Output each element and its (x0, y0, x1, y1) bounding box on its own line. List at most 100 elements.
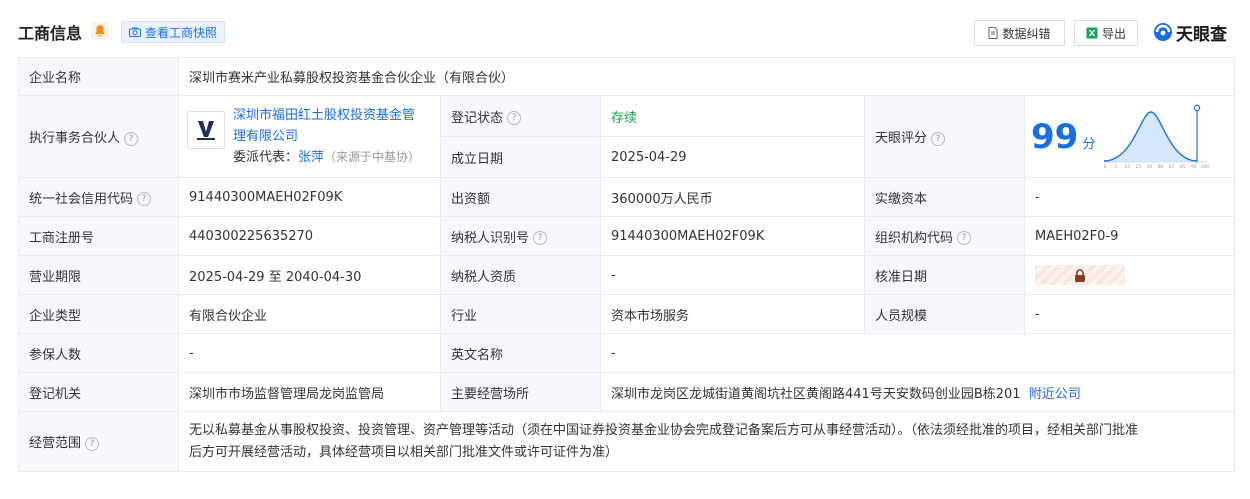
export-button[interactable]: 导出 (1074, 20, 1138, 46)
partner-label: 执行事务合伙人? (18, 95, 179, 178)
reg-status-label: 登记状态? (440, 95, 601, 137)
term-value: 2025-04-29 至 2040-04-30 (178, 255, 441, 295)
table-row: 执行事务合伙人? 深圳市福田红土股权投资基金管 理有限公司 委派代表：张萍（来源… (18, 95, 1235, 178)
org-code-label-text: 组织机构代码 (875, 230, 954, 246)
axis-tick-label: 25 (1136, 164, 1142, 170)
view-snapshot-button[interactable]: 查看工商快照 (121, 21, 226, 43)
authority-value: 深圳市市场监督管理局龙岗监管局 (178, 372, 441, 412)
table-row: 经营范围? 无以私募基金从事股权投资、投资管理、资产管理等活动（须在中国证券投资… (18, 411, 1235, 472)
rep-name-link[interactable]: 张萍 (298, 150, 324, 165)
table-row: 统一社会信用代码? 91440300MAEH02F09K 出资额 360000万… (18, 177, 1235, 217)
credit-code-label-text: 统一社会信用代码 (29, 191, 134, 207)
paid-capital-label: 实缴资本 (864, 177, 1025, 217)
document-edit-icon (988, 27, 998, 39)
company-name-value: 深圳市赛米产业私募股权投资基金合伙企业（有限合伙） (178, 57, 1235, 96)
reg-status-value: 存续 (600, 95, 865, 137)
table-row: 企业类型 有限合伙企业 行业 资本市场服务 人员规模 - (18, 294, 1235, 334)
table-row: 企业名称 深圳市赛米产业私募股权投资基金合伙企业（有限合伙） (18, 57, 1235, 96)
brand-name: 天眼查 (1176, 24, 1227, 45)
view-snapshot-label: 查看工商快照 (145, 25, 218, 40)
partner-logo (187, 111, 225, 149)
industry-label: 行业 (440, 294, 601, 334)
company-name-label: 企业名称 (18, 57, 179, 96)
score-cell[interactable]: 99 分 0 1 15 25 50 80 67 85 95 100 (1024, 95, 1235, 178)
score-label-text: 天眼评分 (875, 131, 928, 146)
reg-number-value: 440300225635270 (178, 216, 441, 256)
partner-cell: 深圳市福田红土股权投资基金管 理有限公司 委派代表：张萍（来源于中基协） (178, 95, 441, 178)
scope-label: 经营范围? (18, 411, 179, 472)
english-name-value: - (600, 333, 1235, 373)
partner-label-text: 执行事务合伙人 (29, 131, 121, 146)
taxpayer-qual-label: 纳税人资质 (440, 255, 601, 295)
address-cell: 深圳市龙岗区龙城街道黄阁坑社区黄阁路441号天安数码创业园B栋201 附近公司 (600, 372, 1235, 412)
help-icon[interactable]: ? (124, 131, 139, 146)
table-row: 参保人数 - 英文名称 - (18, 333, 1235, 373)
taxpayer-id-label: 纳税人识别号? (440, 216, 601, 256)
score-label: 天眼评分? (864, 95, 1025, 178)
scope-line-1: 无以私募基金从事股权投资、投资管理、资产管理等活动（须在中国证券投资基金业协会完… (189, 422, 1139, 438)
reg-number-label: 工商注册号 (18, 216, 179, 256)
address-value: 深圳市龙岗区龙城街道黄阁坑社区黄阁路441号天安数码创业园B栋201 (611, 386, 1021, 402)
data-correction-label: 数据纠错 (1002, 26, 1051, 41)
staff-size-label: 人员规模 (864, 294, 1025, 334)
org-code-label: 组织机构代码? (864, 216, 1025, 256)
bell-icon[interactable] (91, 22, 109, 40)
excel-icon (1086, 27, 1098, 39)
tianyancha-logo: 天眼查 (1153, 20, 1227, 45)
taxpayer-qual-value: - (600, 255, 865, 295)
table-row: 登记机关 深圳市市场监督管理局龙岗监管局 主要经营场所 深圳市龙岗区龙城街道黄阁… (18, 372, 1235, 412)
help-icon[interactable]: ? (85, 436, 100, 451)
brand-logo-icon (1154, 23, 1172, 41)
axis-tick-label: 67 (1169, 164, 1175, 170)
taxpayer-id-label-text: 纳税人识别号 (451, 230, 530, 246)
business-info-table: 企业名称 深圳市赛米产业私募股权投资基金合伙企业（有限合伙） 执行事务合伙人? … (18, 57, 1235, 472)
axis-tick-label: 15 (1125, 164, 1131, 170)
scope-line-2: 后方可开展经营活动，具体经营项目以相关部门批准文件或许可证件为准） (189, 444, 619, 460)
axis-tick-label: 80 (1158, 164, 1164, 170)
company-type-label: 企业类型 (18, 294, 179, 334)
help-icon[interactable]: ? (507, 111, 522, 125)
english-name-label: 英文名称 (440, 333, 601, 373)
credit-code-value: 91440300MAEH02F09K (178, 177, 441, 217)
scope-label-text: 经营范围 (29, 436, 82, 451)
section-title: 工商信息 (18, 24, 83, 43)
help-icon[interactable]: ? (137, 192, 152, 206)
camera-icon (129, 27, 141, 37)
axis-tick-label: 0 (1104, 164, 1107, 170)
help-icon[interactable]: ? (957, 231, 972, 245)
insured-value: - (178, 333, 441, 373)
help-icon[interactable]: ? (931, 131, 946, 146)
score-value: 99 (1031, 116, 1079, 157)
capital-label: 出资额 (440, 177, 601, 217)
table-row: 工商注册号 440300225635270 纳税人识别号? 91440300MA… (18, 216, 1235, 256)
capital-value: 360000万人民币 (600, 177, 865, 217)
help-icon[interactable]: ? (533, 231, 548, 245)
axis-tick-label: 95 (1191, 164, 1197, 170)
address-label: 主要经营场所 (440, 372, 601, 412)
score-distribution-chart: 0 1 15 25 50 80 67 85 95 100 (1104, 104, 1209, 170)
data-correction-button[interactable]: 数据纠错 (974, 20, 1065, 46)
axis-tick-label: 1 (1115, 164, 1118, 170)
approval-date-value[interactable] (1024, 255, 1235, 295)
staff-size-value: - (1024, 294, 1235, 334)
company-type-value: 有限合伙企业 (178, 294, 441, 334)
reg-status-label-text: 登记状态 (451, 110, 504, 126)
partner-name-line2[interactable]: 理有限公司 (233, 126, 420, 147)
paid-capital-value: - (1024, 177, 1235, 217)
section-header: 工商信息 查看工商快照 数据纠错 导出 天眼查 (0, 0, 1250, 58)
scope-value: 无以私募基金从事股权投资、投资管理、资产管理等活动（须在中国证券投资基金业协会完… (178, 411, 1235, 472)
partner-name-line1[interactable]: 深圳市福田红土股权投资基金管 (233, 105, 420, 126)
term-label: 营业期限 (18, 255, 179, 295)
nearby-companies-link[interactable]: 附近公司 (1029, 387, 1081, 402)
rep-label: 委派代表： (233, 150, 299, 165)
org-code-value: MAEH02F0-9 (1024, 216, 1235, 256)
export-label: 导出 (1101, 26, 1126, 41)
axis-tick-label: 85 (1180, 164, 1186, 170)
authority-label: 登记机关 (18, 372, 179, 412)
table-row: 营业期限 2025-04-29 至 2040-04-30 纳税人资质 - 核准日… (18, 255, 1235, 295)
insured-label: 参保人数 (18, 333, 179, 373)
axis-tick-label: 100 (1201, 164, 1209, 170)
locked-value[interactable] (1035, 265, 1125, 285)
credit-code-label: 统一社会信用代码? (18, 177, 179, 217)
taxpayer-id-value: 91440300MAEH02F09K (600, 216, 865, 256)
